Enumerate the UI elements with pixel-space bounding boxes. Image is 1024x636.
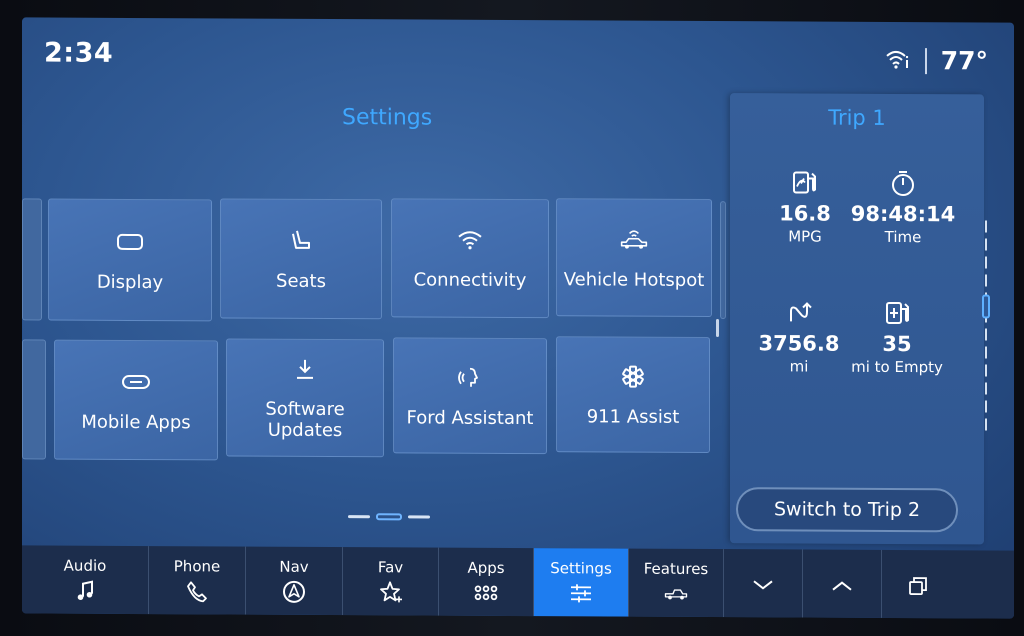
favorite-star-icon xyxy=(379,580,403,604)
distance-icon xyxy=(744,297,854,328)
tile-ford-assistant[interactable]: Ford Assistant xyxy=(393,337,547,455)
seat-icon xyxy=(286,225,316,255)
stat-value: 16.8 xyxy=(779,201,831,226)
stat-range: 35 mi to Empty xyxy=(842,298,952,377)
music-note-icon xyxy=(73,579,97,603)
navigation-icon xyxy=(282,580,306,604)
nav-label: Apps xyxy=(467,558,505,577)
tile-vehicle-hotspot[interactable]: Vehicle Hotspot xyxy=(556,198,712,318)
stopwatch-icon xyxy=(848,168,958,199)
nav-collapse-button[interactable] xyxy=(724,549,803,618)
copy-windows-icon xyxy=(906,574,930,598)
stat-value: 35 xyxy=(882,331,912,357)
tile-label: Seats xyxy=(276,270,326,292)
tile-partial-left-top xyxy=(22,198,42,321)
nav-phone[interactable]: Phone xyxy=(149,546,246,615)
page-indicator[interactable] xyxy=(348,513,430,521)
tile-partial-right-top xyxy=(720,201,726,320)
clock: 2:34 xyxy=(44,37,114,69)
tile-911-assist[interactable]: 911 Assist xyxy=(556,336,710,454)
tile-label: Software Updates xyxy=(265,398,345,442)
nav-favorites[interactable]: Fav xyxy=(343,547,439,616)
tile-label: Display xyxy=(96,271,164,293)
vehicle-hotspot-icon xyxy=(619,224,649,254)
trip-scrollbar[interactable] xyxy=(982,220,990,435)
tile-connectivity[interactable]: Connectivity xyxy=(391,198,549,319)
trip-title: Trip 1 xyxy=(828,105,886,130)
stat-unit: MPG xyxy=(788,227,822,246)
download-icon xyxy=(290,354,320,384)
nav-label: Phone xyxy=(173,557,221,576)
status-divider xyxy=(924,47,927,74)
fuel-pump-icon xyxy=(842,298,952,329)
nav-features[interactable]: Features xyxy=(629,548,724,618)
tile-mobile-apps[interactable]: Mobile Apps xyxy=(54,339,218,461)
voice-assistant-icon xyxy=(455,362,485,392)
nav-expand-button[interactable] xyxy=(803,549,882,618)
tile-seats[interactable]: Seats xyxy=(220,198,382,320)
tile-label: Mobile Apps xyxy=(81,411,191,433)
tile-display[interactable]: Display xyxy=(48,198,212,322)
switch-trip-button[interactable]: Switch to Trip 2 xyxy=(736,487,958,533)
fuel-economy-icon xyxy=(750,167,860,198)
tile-label: Ford Assistant xyxy=(406,407,534,429)
stat-unit: mi to Empty xyxy=(851,357,943,377)
sliders-icon xyxy=(569,581,593,605)
page-title: Settings xyxy=(342,105,433,131)
stat-time: 98:48:14 Time xyxy=(848,168,958,247)
nav-navigation[interactable]: Nav xyxy=(246,546,343,616)
status-indicators: 77° xyxy=(885,46,988,76)
nav-audio[interactable]: Audio xyxy=(22,545,149,615)
page-dot-2-active[interactable] xyxy=(376,513,402,521)
emergency-icon xyxy=(618,361,648,391)
stat-value: 98:48:14 xyxy=(850,201,956,227)
link-icon xyxy=(121,367,151,397)
stat-distance: 3756.8 mi xyxy=(744,297,854,376)
page-dot-3[interactable] xyxy=(408,515,430,519)
page-dot-1[interactable] xyxy=(348,515,370,519)
screen: 2:34 77° Settings Display Seats Connecti… xyxy=(22,17,1014,619)
stat-unit: mi xyxy=(789,357,809,376)
screen-bezel: 2:34 77° Settings Display Seats Connecti… xyxy=(0,0,1024,636)
nav-settings[interactable]: Settings xyxy=(534,548,629,617)
chevron-down-icon xyxy=(751,573,775,597)
stat-value: 3756.8 xyxy=(758,331,840,356)
nav-label: Nav xyxy=(279,557,309,576)
phone-icon xyxy=(185,579,209,603)
nav-label: Features xyxy=(643,559,709,578)
display-icon xyxy=(115,227,145,257)
tile-partial-left-bottom xyxy=(22,339,46,460)
nav-windows-button[interactable] xyxy=(882,550,954,618)
bottom-nav-bar: Audio Phone Nav Fav Apps Settings Featur… xyxy=(22,545,1014,619)
nav-label: Settings xyxy=(550,559,612,578)
tile-label: Connectivity xyxy=(413,269,527,292)
settings-scrollbar[interactable] xyxy=(716,319,719,338)
stat-fuel-economy: 16.8 MPG xyxy=(750,167,860,246)
apps-grid-icon xyxy=(474,581,498,605)
tile-label: 911 Assist xyxy=(586,406,680,428)
truck-icon xyxy=(664,582,688,606)
tile-software-updates[interactable]: Software Updates xyxy=(226,338,384,458)
wifi-info-icon[interactable] xyxy=(885,47,911,73)
nav-apps[interactable]: Apps xyxy=(439,547,534,617)
trip-panel: Trip 1 16.8 MPG 98:48:14 Time 3756.8 mi xyxy=(730,93,984,545)
trip-scroll-thumb[interactable] xyxy=(982,294,990,319)
wifi-icon xyxy=(455,225,485,255)
nav-label: Audio xyxy=(63,556,107,575)
tile-label: Vehicle Hotspot xyxy=(563,268,705,291)
nav-label: Fav xyxy=(377,558,404,577)
outside-temperature: 77° xyxy=(940,46,988,76)
chevron-up-icon xyxy=(830,574,854,598)
trip-scroll-track xyxy=(985,220,987,435)
stat-unit: Time xyxy=(884,227,922,247)
